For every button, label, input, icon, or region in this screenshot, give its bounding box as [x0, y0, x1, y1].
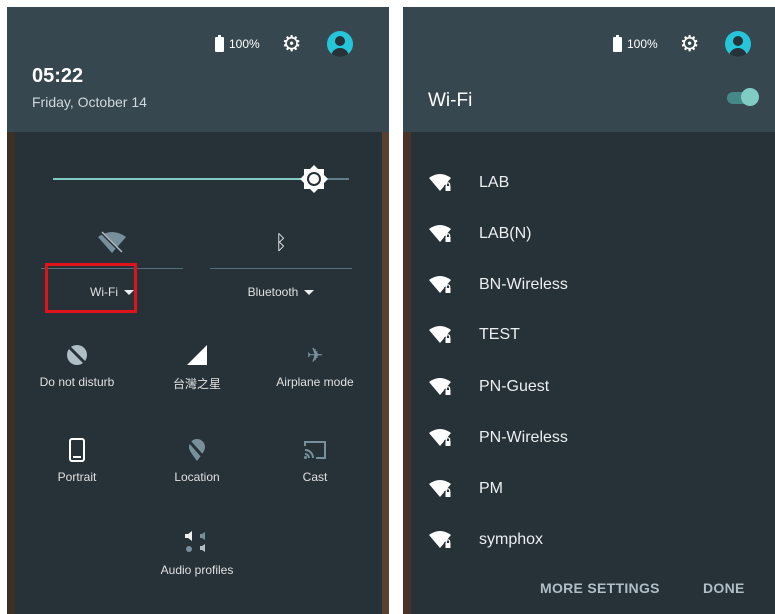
network-item[interactable]: symphox	[428, 530, 543, 550]
wifi-locked-icon	[429, 225, 452, 243]
more-settings-button[interactable]: MORE SETTINGS	[540, 580, 660, 596]
battery-icon	[613, 34, 622, 52]
tile-label-location: Location	[174, 470, 220, 484]
tile-portrait[interactable]: Portrait	[27, 436, 127, 484]
gear-icon[interactable]: ⚙	[282, 33, 302, 55]
status-bar: 100% ⚙	[215, 31, 354, 57]
tile-bluetooth[interactable]: ᛒ	[210, 229, 352, 257]
network-item[interactable]: PN-Guest	[428, 377, 549, 397]
tile-cellular[interactable]: 台灣之星	[147, 341, 247, 392]
wifi-locked-icon	[429, 531, 452, 549]
status-bar: 100% ⚙	[613, 31, 752, 57]
battery-icon	[215, 34, 224, 52]
tile-label-portrait: Portrait	[57, 470, 97, 484]
wifi-locked-icon	[429, 276, 452, 294]
tile-label-dnd: Do not disturb	[39, 375, 115, 389]
network-ssid: PN-Guest	[479, 378, 550, 395]
wifi-locked-icon	[429, 378, 452, 396]
network-item[interactable]: LAB	[428, 173, 509, 193]
cast-icon	[304, 441, 326, 459]
battery-level: 100%	[229, 37, 260, 51]
portrait-icon	[69, 438, 85, 462]
wifi-locked-icon	[429, 429, 452, 447]
wifi-panel: 100% ⚙ Wi-Fi LAB LAB(N) BN-Wireless TEST PN-…	[403, 7, 775, 614]
wifi-toggle[interactable]	[725, 88, 759, 106]
cellular-signal-icon	[187, 345, 207, 365]
network-item[interactable]: BN-Wireless	[428, 275, 568, 295]
tile-audio-profiles[interactable]: Audio profiles	[147, 529, 247, 577]
toggle-thumb	[741, 88, 759, 106]
tile-wifi[interactable]	[41, 229, 183, 257]
network-ssid: TEST	[479, 326, 520, 343]
network-ssid: PM	[479, 480, 503, 497]
network-ssid: LAB	[479, 174, 510, 191]
wifi-locked-icon	[429, 480, 452, 498]
network-ssid: LAB(N)	[479, 225, 532, 242]
tile-label-airplane: Airplane mode	[276, 375, 354, 389]
tile-label-audio: Audio profiles	[160, 563, 234, 577]
user-avatar-icon[interactable]	[327, 31, 354, 57]
done-button[interactable]: DONE	[703, 580, 745, 596]
airplane-icon: ✈	[306, 344, 324, 367]
tile-location[interactable]: Location	[147, 436, 247, 484]
network-ssid: PN-Wireless	[479, 429, 568, 446]
clock-date: Friday, October 14	[32, 94, 147, 110]
gear-icon[interactable]: ⚙	[680, 33, 700, 55]
wifi-header: 100% ⚙ Wi-Fi	[403, 7, 775, 132]
network-item[interactable]: LAB(N)	[428, 224, 531, 244]
wifi-locked-icon	[429, 174, 452, 192]
network-ssid: BN-Wireless	[479, 276, 568, 293]
brightness-icon[interactable]	[299, 164, 329, 194]
chevron-down-icon	[304, 290, 315, 296]
do-not-disturb-icon	[67, 345, 87, 365]
quick-settings-panel: 100% ⚙ 05:22 Friday, October 14 Wi-Fi ᛒ	[7, 7, 389, 614]
tile-cast[interactable]: Cast	[265, 436, 365, 484]
bluetooth-icon: ᛒ	[275, 231, 287, 254]
tile-label-bluetooth: Bluetooth	[247, 285, 299, 299]
tile-divider	[210, 268, 352, 269]
audio-profiles-icon	[185, 531, 205, 552]
wifi-off-icon	[98, 231, 126, 255]
user-avatar-icon[interactable]	[725, 31, 752, 57]
network-item[interactable]: TEST	[428, 325, 520, 345]
tile-label-cast: Cast	[302, 470, 328, 484]
tile-airplane-mode[interactable]: ✈ Airplane mode	[265, 341, 365, 390]
network-item[interactable]: PM	[428, 479, 503, 499]
tile-do-not-disturb[interactable]: Do not disturb	[27, 341, 127, 389]
quick-settings-header: 100% ⚙ 05:22 Friday, October 14	[7, 7, 389, 132]
network-item[interactable]: PN-Wireless	[428, 428, 568, 448]
network-ssid: symphox	[479, 531, 544, 548]
highlight-box	[45, 263, 137, 313]
wifi-title: Wi-Fi	[428, 90, 473, 111]
clock-time: 05:22	[32, 65, 84, 87]
wifi-locked-icon	[429, 326, 452, 344]
location-off-icon	[187, 439, 207, 461]
bluetooth-dropdown[interactable]: Bluetooth	[210, 285, 352, 299]
battery-level: 100%	[627, 37, 658, 51]
tile-label-cellular: 台灣之星	[172, 377, 221, 391]
